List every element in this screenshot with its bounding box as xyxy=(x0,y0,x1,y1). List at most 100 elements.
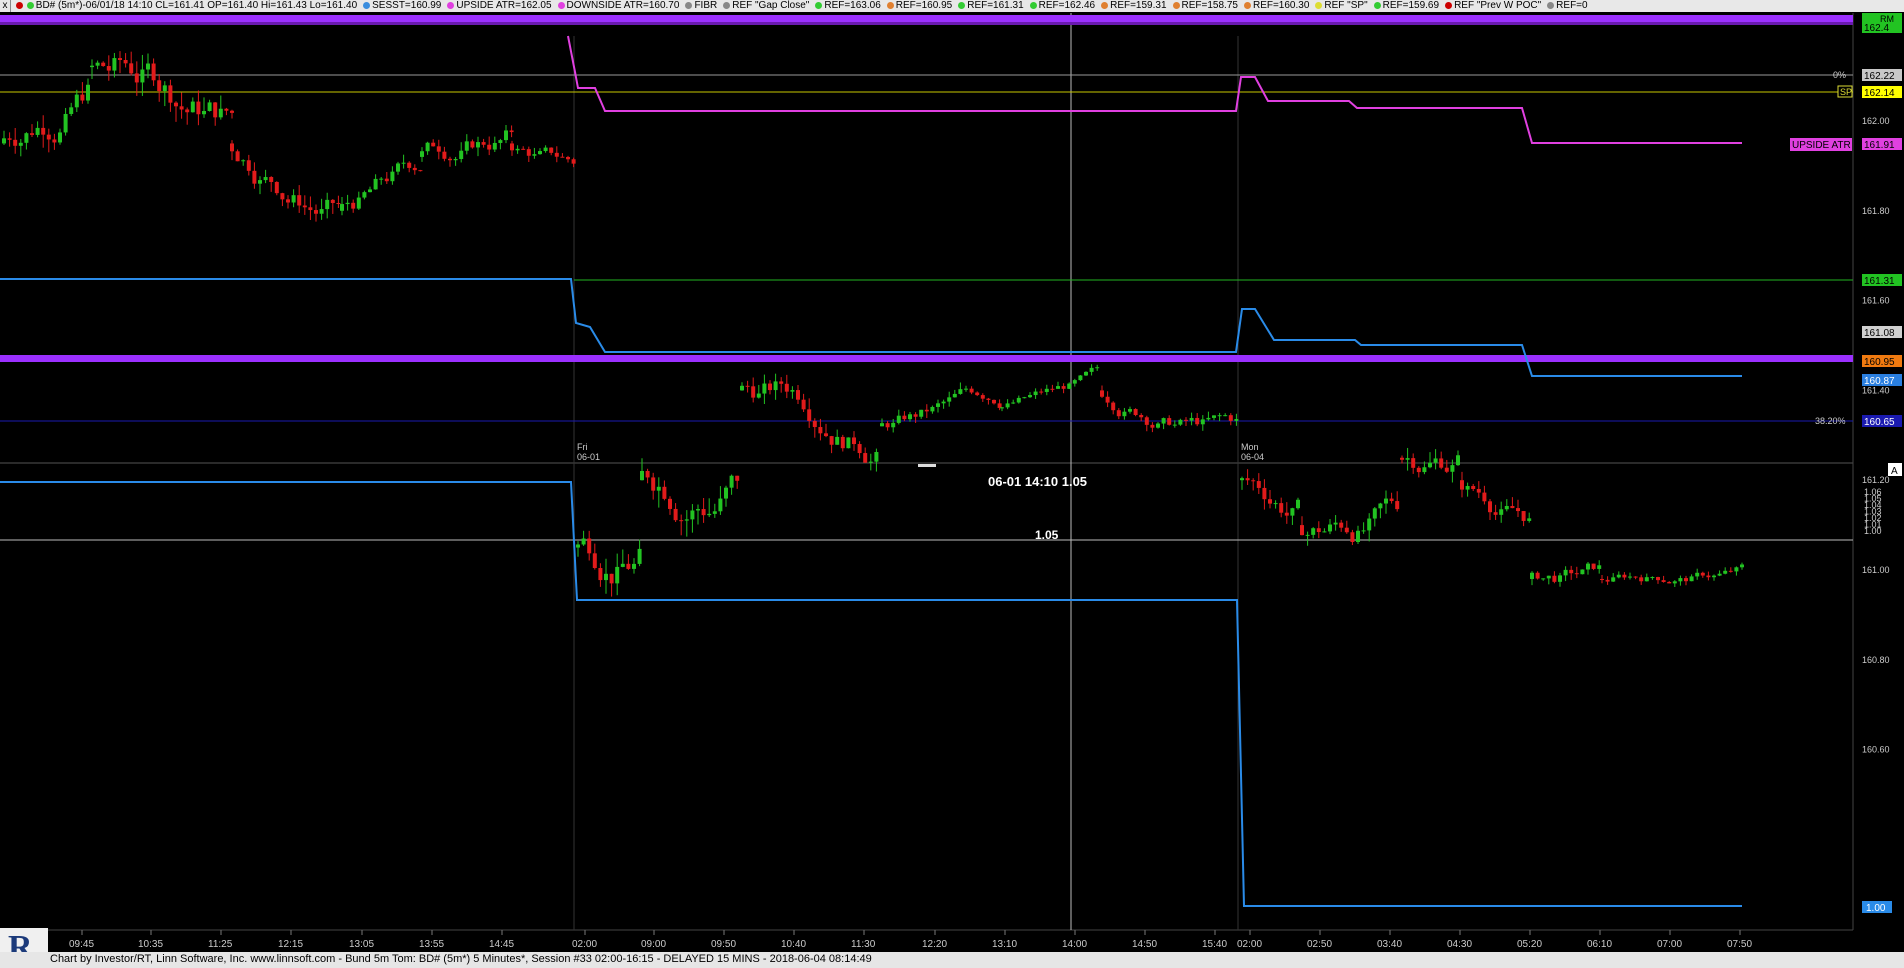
candle-body xyxy=(1350,532,1355,542)
candle-body xyxy=(857,444,862,454)
candle-body xyxy=(1405,458,1410,460)
candle-body xyxy=(1444,467,1449,472)
candle-body xyxy=(1546,575,1551,579)
candle-body xyxy=(707,513,712,516)
candle-body xyxy=(807,409,812,421)
lower-panel-title: 06-01 14:10 1.05 xyxy=(988,474,1087,489)
candle-body xyxy=(1000,407,1004,409)
candle-body xyxy=(740,385,744,391)
candle-body xyxy=(863,453,868,463)
candle-body xyxy=(41,127,46,135)
candle-body xyxy=(1144,417,1149,425)
candle-body xyxy=(1344,527,1349,533)
candle-body xyxy=(1650,577,1655,579)
candle-body xyxy=(1328,524,1332,532)
candle-body xyxy=(598,568,603,581)
candle-body xyxy=(90,65,94,68)
candle-body xyxy=(913,414,918,417)
candle-body xyxy=(885,423,890,428)
candle-body xyxy=(796,390,800,400)
session-date-label: 06-04 xyxy=(1241,452,1264,462)
candle-body xyxy=(146,63,150,70)
candle-body xyxy=(1356,530,1360,542)
session-date-label: 06-01 xyxy=(577,452,600,462)
candle-body xyxy=(325,199,330,210)
candle-body xyxy=(207,102,212,111)
a-label: A xyxy=(1891,466,1898,477)
candle-body xyxy=(18,142,23,146)
candle-body xyxy=(1095,367,1100,369)
candle-body xyxy=(609,573,614,584)
candle-body xyxy=(1005,403,1010,408)
chart-area[interactable]: 162.00161.80161.60161.40161.20161.00160.… xyxy=(0,0,1904,952)
candle-body xyxy=(1580,569,1585,575)
candle-body xyxy=(74,94,79,108)
candle-body xyxy=(101,62,106,67)
candle-body xyxy=(1717,573,1722,576)
candle-body xyxy=(384,178,389,182)
candle-body xyxy=(498,140,503,143)
candle-body xyxy=(1433,458,1438,463)
candle-body xyxy=(63,113,68,133)
candle-body xyxy=(1569,569,1574,574)
candle-body xyxy=(1206,417,1211,420)
candle-body xyxy=(1689,576,1694,582)
time-axis-tick: 11:30 xyxy=(851,939,876,950)
candle-body xyxy=(86,84,90,101)
candle-body xyxy=(274,181,279,194)
candle-body xyxy=(1597,565,1602,569)
candle-body xyxy=(118,58,122,61)
candle-body xyxy=(924,409,929,412)
purple-band-top-shadow xyxy=(0,22,1853,25)
candle-body xyxy=(1116,410,1121,417)
candle-body xyxy=(515,148,520,151)
candle-body xyxy=(1465,486,1470,490)
candle-body xyxy=(263,177,268,181)
candle-body xyxy=(1622,574,1627,578)
candle-body xyxy=(1339,522,1344,528)
candle-body xyxy=(566,156,570,160)
candle-body xyxy=(1428,462,1432,468)
candle-body xyxy=(1591,563,1596,569)
candle-body xyxy=(958,389,963,394)
fib-38-tag: 38.20% xyxy=(1815,416,1846,426)
candle-body xyxy=(1178,419,1183,425)
candle-body xyxy=(46,134,51,140)
candle-body xyxy=(314,210,318,214)
candle-body xyxy=(852,437,856,445)
time-axis-tick: 14:50 xyxy=(1132,939,1157,950)
candle-body xyxy=(476,142,480,148)
candle-body xyxy=(1734,567,1739,572)
candle-body xyxy=(1600,578,1604,580)
price-axis-tick: 161.20 xyxy=(1862,475,1890,485)
footer-bar: Chart by Investor/RT, Linn Software, Inc… xyxy=(0,952,1904,968)
candle-body xyxy=(1161,418,1166,424)
candle-body xyxy=(1122,411,1127,417)
candle-body xyxy=(592,553,597,569)
candle-body xyxy=(581,538,586,545)
candle-body xyxy=(952,393,957,398)
candle-body xyxy=(112,58,117,71)
candle-body xyxy=(1078,375,1083,381)
candle-body xyxy=(302,205,307,208)
price-axis-tick: 161.60 xyxy=(1862,296,1890,306)
candle-body xyxy=(1084,371,1088,376)
candle-body xyxy=(1333,522,1338,525)
candle-body xyxy=(1628,576,1632,578)
candle-body xyxy=(1150,424,1155,428)
candle-body xyxy=(1305,534,1310,536)
candle-body xyxy=(1656,577,1660,581)
candle-body xyxy=(442,151,447,159)
candle-body xyxy=(1039,391,1044,393)
price-label: 161.08 xyxy=(1864,328,1895,339)
candle-body xyxy=(390,171,395,182)
candle-body xyxy=(151,63,156,81)
panel-resize-handle[interactable] xyxy=(918,464,936,467)
candle-body xyxy=(218,108,223,118)
candle-body xyxy=(724,487,728,499)
price-axis-tick: 161.80 xyxy=(1862,206,1890,216)
candle-body xyxy=(481,142,486,145)
candle-body xyxy=(1011,402,1016,404)
candle-body xyxy=(241,160,246,162)
candle-body xyxy=(651,477,656,491)
